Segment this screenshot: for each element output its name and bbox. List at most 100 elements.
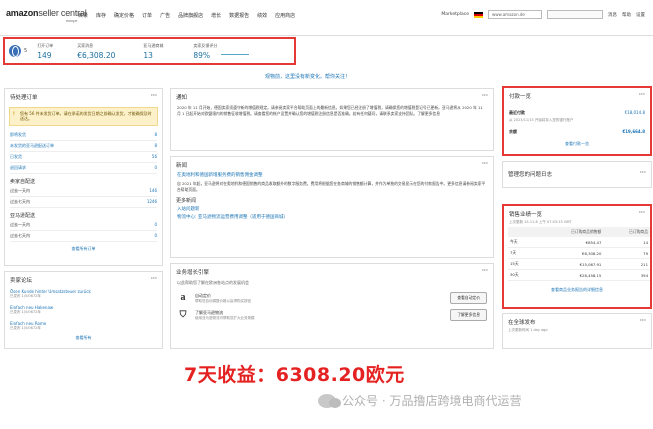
- table-row: 7天 €6,308.20 79: [508, 247, 650, 259]
- forum-title: 卖家论坛: [10, 278, 33, 284]
- nav-item[interactable]: 数据报告: [229, 12, 249, 19]
- section-heading: 亚马逊配送: [10, 213, 36, 219]
- metric-feedback[interactable]: 卖家反馈评分 89%: [193, 43, 217, 60]
- amazon-a-icon: a: [180, 292, 186, 303]
- top-bar: amazonseller central europe 目录 库存 确定价格 订…: [0, 0, 653, 36]
- list-item[interactable]: 未发货的亚马逊配送订单 8: [10, 141, 157, 152]
- issues-title[interactable]: 管理您的问题日志: [508, 170, 552, 178]
- growth-title: 业务增长引擎: [176, 270, 210, 276]
- table-row: 30天 €28,458.15 394: [508, 269, 650, 281]
- more-icon[interactable]: ···: [639, 210, 645, 218]
- news-title: 新闻: [176, 163, 188, 169]
- table-row: 今天 €854.47 14: [508, 237, 650, 248]
- notice-text: 2020 年 11 月开始，德国卖家须遵守新的增值税规定。请参阅卖家平台帮助页面…: [177, 105, 483, 116]
- germany-flag-icon: [474, 11, 483, 18]
- view-all-forum-link[interactable]: 查看所有: [5, 334, 162, 342]
- sales-table: 已订购商品销售额 已订购商品 今天 €854.47 14 7天 €6,308.20 79…: [508, 227, 650, 281]
- help-link[interactable]: 帮助: [622, 12, 631, 18]
- view-all-orders-link[interactable]: 查看所有订单: [5, 242, 162, 256]
- payment-title: 付款一览: [509, 94, 532, 100]
- orders-title: 待处理订单: [10, 95, 38, 101]
- metric-open-orders[interactable]: 打开订单 149: [37, 43, 53, 60]
- global-title: 在全球发布: [508, 320, 536, 326]
- global-note: 上次更新时间 1 day ago: [508, 328, 548, 332]
- metric-sales[interactable]: 买家消息 €6,308.20: [77, 43, 115, 60]
- news-text: 自 2021 年起，亚马逊将对在奥地利和德国销售的商品收取额外的数字服务费。费用…: [177, 181, 486, 192]
- marketplace-select[interactable]: www.amazon.de: [488, 10, 542, 19]
- list-item[interactable]: 过去一天内 0: [10, 220, 157, 231]
- list-item[interactable]: Einfach neu Hakenaw 已发布 1/5/0672年: [5, 302, 162, 318]
- more-icon[interactable]: ···: [482, 161, 488, 169]
- list-item[interactable]: 即将发货 8: [10, 130, 157, 141]
- list-item[interactable]: 退回请求 0: [10, 163, 157, 174]
- nav-item[interactable]: 应用商店: [275, 12, 295, 19]
- main-nav: 目录 库存 确定价格 订单 广告 品牌旗舰店 增长 数据报告 绩效 应用商店: [78, 12, 295, 19]
- more-icon[interactable]: ···: [482, 93, 488, 101]
- seller-central-logo[interactable]: amazonseller central europe: [6, 8, 87, 23]
- feed-action-button[interactable]: 查看自动定价: [450, 292, 487, 304]
- more-icon[interactable]: ···: [151, 276, 157, 284]
- messages-link[interactable]: 消息: [608, 12, 617, 18]
- more-news-heading: 更多新闻: [176, 198, 197, 205]
- growth-card: 业务增长引擎 ··· 以此帮助您了解在欧洲各站点的发展机会 a 自动定价 帮助您自动…: [170, 263, 494, 349]
- metric-marketplace[interactable]: 亚马逊商城 13: [143, 43, 163, 60]
- view-business-report-link[interactable]: 查看商品业务报告的详细信息: [504, 283, 650, 297]
- list-item[interactable]: 已发货 56: [10, 152, 157, 163]
- top-right-controls: Marketplace www.amazon.de 消息 帮助 设置: [441, 10, 645, 19]
- more-icon[interactable]: ···: [639, 92, 645, 100]
- global-selling-card: 在全球发布 ··· 上次更新时间 1 day ago: [502, 313, 652, 349]
- payment-note: 从 2023/11/15 开始将存入您的银行账户: [509, 118, 574, 122]
- shield-icon: ⛉: [179, 310, 187, 320]
- payment-summary-card: 付款一览 ··· 最近付款 €18,014.8 从 2023/11/15 开始将存入…: [502, 86, 652, 156]
- latest-payment-row: 最近付款 €18,014.8: [509, 110, 645, 115]
- list-item[interactable]: 过去七天内 1246: [10, 197, 157, 208]
- orders-card: 待处理订单 ··· 您有 56 件未发货订单。请在承诺的发货日期之前确认发货，才能…: [4, 88, 163, 266]
- nav-item[interactable]: 品牌旗舰店: [178, 12, 203, 19]
- list-item[interactable]: Einfach neu Rome 已发布 1/5/0672年: [5, 318, 162, 334]
- globe-icon[interactable]: [9, 45, 21, 57]
- growth-feed-item: a 自动定价 帮助您自动调整价格以赢得购买按钮 查看自动定价: [177, 291, 487, 305]
- feed-action-button[interactable]: 了解更多信息: [450, 309, 487, 321]
- more-icon[interactable]: ···: [151, 93, 157, 101]
- section-heading: 卖家自配送: [10, 179, 36, 185]
- more-icon[interactable]: ···: [640, 318, 646, 326]
- news-link[interactable]: 物流中心: 亚马逊物流运营费用调整（适用于德国商城）: [171, 213, 493, 221]
- news-card: 新闻 ··· 在奥地利和德国新增服务费的销售佣金调整 自 2021 年起，亚马逊将…: [170, 156, 494, 258]
- sales-title: 销售业绩一览: [509, 212, 543, 218]
- news-headline[interactable]: 在奥地利和德国新增服务费的销售佣金调整: [171, 171, 493, 179]
- list-item[interactable]: 过去一天内 146: [10, 186, 157, 197]
- view-payments-link[interactable]: 查看付款一览: [504, 137, 650, 151]
- watermark-text: 公众号 · 万品撸店跨境电商代运营: [342, 394, 522, 408]
- sales-updated: 上次更新 15-11-6 上午 07:03:15 GMT: [509, 220, 572, 224]
- nav-item[interactable]: 确定价格: [114, 12, 134, 19]
- growth-feed-item: ⛉ 了解亚马逊物流 使用亚马逊物流可帮助您扩大业务规模 了解更多信息: [177, 308, 487, 322]
- forum-card: 卖家论坛 ··· Ösen Kunde hinter Umsatzsteuer z…: [4, 271, 163, 349]
- nav-item[interactable]: 库存: [96, 12, 106, 19]
- sales-summary-card: 销售业绩一览 ··· 上次更新 15-11-6 上午 07:03:15 GMT 已…: [502, 204, 652, 309]
- marketplace-count: 5: [24, 48, 28, 54]
- metrics-bar: 5 打开订单 149 买家消息 €6,308.20 亚马逊商城 13 卖家反馈评…: [3, 37, 296, 65]
- list-item[interactable]: Ösen Kunde hinter Umsatzsteuer zurück 已发布…: [5, 286, 162, 302]
- nav-item[interactable]: 广告: [160, 12, 170, 19]
- issues-card: 管理您的问题日志 ···: [502, 161, 652, 188]
- watermark: 公众号 · 万品撸店跨境电商代运营: [318, 392, 521, 409]
- nav-item[interactable]: 订单: [142, 12, 152, 19]
- balance-row: 余额 €19,664.8: [509, 129, 645, 134]
- wechat-icon: [318, 393, 341, 408]
- settings-link[interactable]: 设置: [636, 12, 645, 18]
- notice-card: 通知 ··· 2020 年 11 月开始，德国卖家须遵守新的增值税规定。请参阅卖家…: [170, 88, 494, 151]
- news-link[interactable]: 入站问题新: [171, 205, 493, 213]
- warning-alert: 您有 56 件未发货订单。请在承诺的发货日期之前确认发货，才能确保及时送达。: [9, 107, 158, 126]
- nav-item[interactable]: 目录: [78, 12, 88, 19]
- more-icon[interactable]: ···: [640, 170, 646, 178]
- nav-item[interactable]: 绩效: [257, 12, 267, 19]
- table-row: 15天 €15,067.91 211: [508, 258, 650, 270]
- more-icon[interactable]: ···: [482, 268, 488, 276]
- feedback-sparkline: [221, 49, 250, 55]
- info-banner[interactable]: 观物前，这里没有新变化。帮你关注！: [265, 73, 350, 80]
- earnings-caption: 7天收益：6308.20欧元: [184, 364, 405, 386]
- search-input[interactable]: [547, 10, 603, 19]
- list-item[interactable]: 过去七天内 0: [10, 231, 157, 242]
- marketplace-label: Marketplace: [441, 12, 469, 17]
- nav-item[interactable]: 增长: [211, 12, 221, 19]
